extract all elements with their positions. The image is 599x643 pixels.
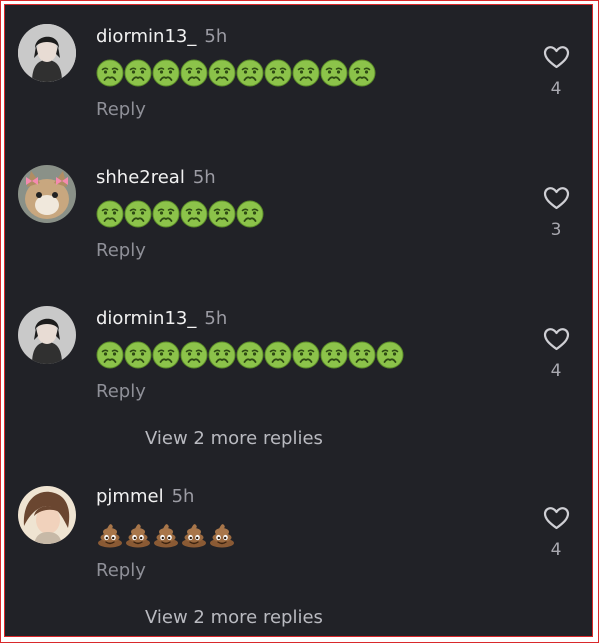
nauseated-face-icon — [292, 341, 320, 369]
comment-username[interactable]: pjmmel 5h — [96, 486, 194, 507]
pile-of-poo-icon — [154, 524, 178, 548]
user-avatar[interactable] — [18, 24, 76, 82]
like-count: 4 — [550, 361, 562, 381]
user-avatar[interactable] — [18, 306, 76, 364]
comment-username[interactable]: shhe2real 5h — [96, 167, 216, 188]
comment-time: 5h — [204, 308, 228, 329]
nauseated-face-icon — [180, 59, 208, 87]
comment-emoji-text — [96, 520, 236, 548]
nauseated-face-icon — [124, 200, 152, 228]
view-more-replies-button[interactable]: View 2 more replies — [145, 607, 323, 628]
heart-icon — [543, 46, 569, 69]
nauseated-face-icon — [96, 59, 124, 87]
user-avatar[interactable] — [18, 165, 76, 223]
heart-icon — [543, 187, 569, 210]
like-button[interactable]: 3 — [536, 186, 576, 240]
nauseated-face-icon — [292, 59, 320, 87]
view-more-replies-button[interactable]: View 2 more replies — [145, 428, 323, 449]
nauseated-face-icon — [152, 59, 180, 87]
like-button[interactable]: 4 — [536, 327, 576, 381]
nauseated-face-icon — [180, 200, 208, 228]
pile-of-poo-icon — [182, 524, 206, 548]
nauseated-face-icon — [124, 341, 152, 369]
comment-username[interactable]: diormin13_ 5h — [96, 308, 227, 329]
nauseated-face-icon — [96, 341, 124, 369]
like-count: 4 — [550, 540, 562, 560]
nauseated-face-icon — [264, 59, 292, 87]
username-text[interactable]: diormin13_ — [96, 26, 196, 47]
nauseated-face-icon — [208, 341, 236, 369]
nauseated-face-icon — [320, 59, 348, 87]
nauseated-face-icon — [348, 341, 376, 369]
heart-icon — [543, 328, 569, 351]
user-avatar[interactable] — [18, 486, 76, 544]
nauseated-face-icon — [348, 59, 376, 87]
nauseated-face-icon — [236, 341, 264, 369]
reply-button[interactable]: Reply — [96, 381, 146, 402]
pile-of-poo-icon — [210, 524, 234, 548]
comment-emoji-text — [96, 341, 404, 369]
nauseated-face-icon — [236, 59, 264, 87]
comment-emoji-text — [96, 200, 264, 228]
nauseated-face-icon — [152, 200, 180, 228]
comment-time: 5h — [204, 26, 228, 47]
pile-of-poo-icon — [126, 524, 150, 548]
like-button[interactable]: 4 — [536, 45, 576, 99]
username-text[interactable]: pjmmel — [96, 486, 164, 507]
like-count: 3 — [550, 220, 562, 240]
nauseated-face-icon — [124, 59, 152, 87]
comment-username[interactable]: diormin13_ 5h — [96, 26, 227, 47]
comment-time: 5h — [171, 486, 195, 507]
nauseated-face-icon — [180, 341, 208, 369]
reply-button[interactable]: Reply — [96, 240, 146, 261]
pile-of-poo-icon — [98, 524, 122, 548]
nauseated-face-icon — [208, 200, 236, 228]
comment-time: 5h — [192, 167, 216, 188]
reply-button[interactable]: Reply — [96, 99, 146, 120]
nauseated-face-icon — [376, 341, 404, 369]
nauseated-face-icon — [152, 341, 180, 369]
heart-icon — [543, 507, 569, 530]
comments-panel: diormin13_ 5h Reply 4 shhe2real 5h Reply… — [4, 4, 593, 637]
reply-button[interactable]: Reply — [96, 560, 146, 581]
nauseated-face-icon — [320, 341, 348, 369]
comment-emoji-text — [96, 59, 376, 87]
like-button[interactable]: 4 — [536, 506, 576, 560]
nauseated-face-icon — [208, 59, 236, 87]
username-text[interactable]: shhe2real — [96, 167, 185, 188]
nauseated-face-icon — [96, 200, 124, 228]
nauseated-face-icon — [264, 341, 292, 369]
like-count: 4 — [550, 79, 562, 99]
nauseated-face-icon — [236, 200, 264, 228]
username-text[interactable]: diormin13_ — [96, 308, 196, 329]
